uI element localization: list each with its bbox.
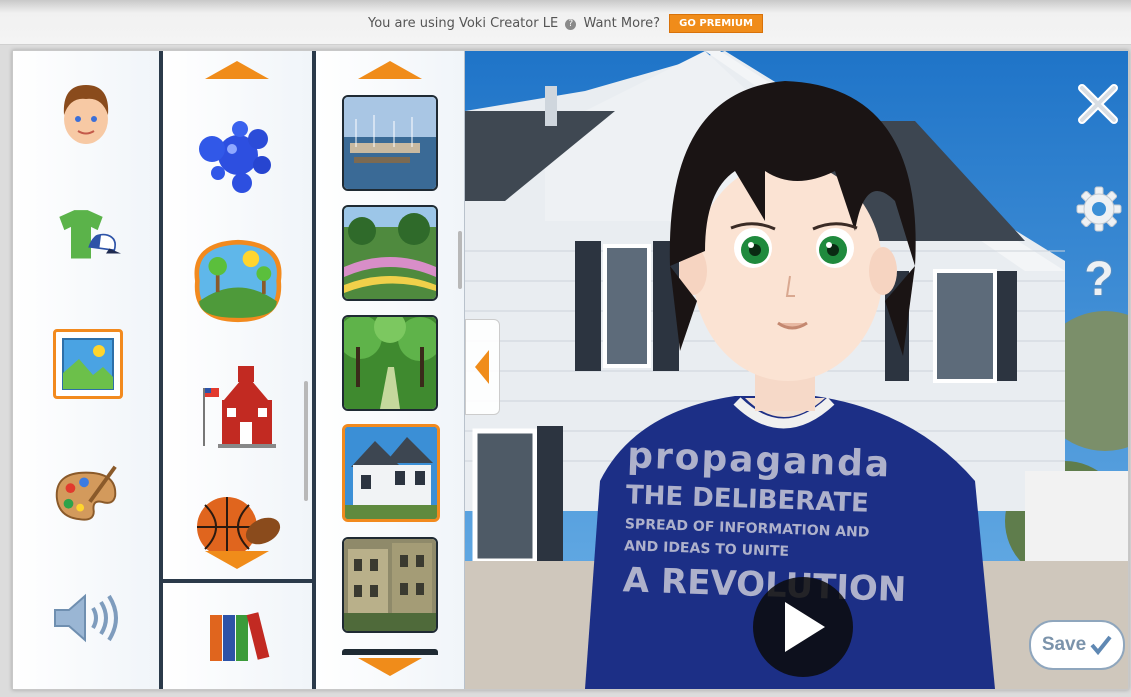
background-scroll-up-icon[interactable] (358, 61, 422, 79)
forest-path-thumbnail (344, 317, 436, 409)
subcategory-outdoor[interactable] (190, 233, 286, 329)
boy-head-icon (63, 85, 109, 144)
close-icon (1078, 84, 1118, 124)
play-button[interactable] (753, 577, 853, 677)
category-color[interactable] (51, 459, 121, 529)
subcategory-divider (163, 579, 312, 583)
harbor-thumbnail (344, 97, 436, 189)
background-thumb-garden[interactable] (342, 205, 438, 301)
help-button[interactable]: ? (1079, 251, 1119, 307)
shirt-line-2: THE DELIBERATE (625, 480, 870, 519)
go-premium-button[interactable]: GO PREMIUM (669, 14, 763, 33)
outdoor-scene-icon (194, 239, 282, 323)
subcategory-scroll-down-icon[interactable] (205, 551, 269, 569)
gear-icon (1076, 186, 1122, 232)
background-thumb-forest[interactable] (342, 315, 438, 411)
sports-balls-icon (197, 497, 281, 551)
want-more-text: Want More? (583, 16, 661, 31)
speaker-icon (54, 593, 118, 643)
subcategory-panel (163, 51, 316, 689)
paint-palette-icon (55, 465, 117, 521)
save-label: Save (1041, 634, 1087, 655)
garden-thumbnail (344, 207, 436, 299)
books-icon (210, 612, 270, 661)
banner-text: You are using Voki Creator LE (368, 16, 559, 31)
category-clothing[interactable] (51, 201, 121, 271)
landscape-picture-icon (62, 338, 114, 390)
play-icon (785, 602, 825, 652)
schoolhouse-icon (203, 366, 276, 448)
collapse-panel-button[interactable] (465, 319, 500, 415)
background-scrollbar[interactable] (458, 231, 462, 289)
checkmark-icon (1090, 635, 1112, 655)
subcategory-scroll-up-icon[interactable] (205, 61, 269, 79)
voki-editor: propaganda THE DELIBERATE SPREAD OF INFO… (12, 50, 1129, 690)
subcategory-sports[interactable] (190, 491, 286, 551)
category-panel (13, 51, 163, 689)
upgrade-banner: You are using Voki Creator LE ? Want Mor… (0, 14, 1131, 33)
subcategory-books[interactable] (190, 596, 286, 676)
subcategory-abstract[interactable] (190, 109, 286, 205)
top-banner-bar: You are using Voki Creator LE ? Want Mor… (0, 0, 1131, 45)
save-button[interactable]: Save (1029, 620, 1125, 670)
background-thumb-next-partial (342, 649, 438, 655)
background-scroll-down-icon[interactable] (358, 658, 422, 676)
chevron-left-icon (474, 350, 489, 384)
settings-button[interactable] (1075, 185, 1123, 233)
background-panel (316, 51, 465, 689)
white-house-thumbnail (345, 427, 437, 519)
subcategory-school[interactable] (190, 361, 286, 457)
old-buildings-thumbnail (344, 539, 436, 631)
shirt-cap-icon (59, 210, 121, 259)
subcategory-scrollbar[interactable] (304, 381, 308, 501)
background-thumb-house[interactable] (342, 424, 440, 522)
background-thumb-harbor[interactable] (342, 95, 438, 191)
bubbles-icon (199, 121, 271, 193)
background-thumb-buildings[interactable] (342, 537, 438, 633)
category-voice[interactable] (51, 583, 121, 653)
category-background[interactable] (53, 329, 123, 399)
close-button[interactable] (1075, 81, 1121, 127)
category-head[interactable] (51, 79, 121, 149)
info-icon[interactable]: ? (565, 19, 577, 30)
